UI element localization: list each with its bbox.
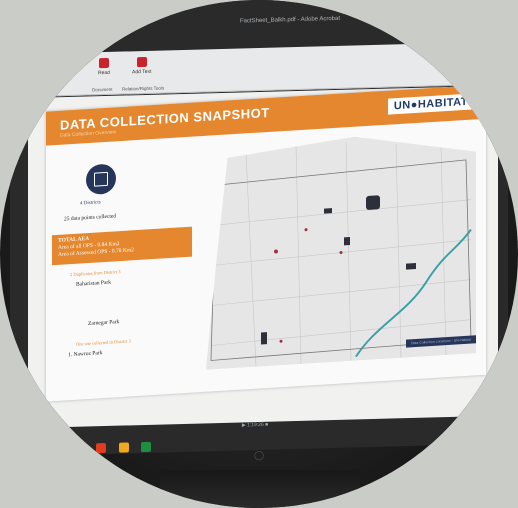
park-baharistan: Baharistan Park xyxy=(76,279,111,288)
taskbar xyxy=(70,437,210,457)
taskbar-app-icon[interactable] xyxy=(118,442,129,453)
left-panel: 4 Districts 25 data points collected TOT… xyxy=(46,146,206,396)
taskbar-app-icon[interactable] xyxy=(96,442,107,454)
ribbon-add-text-label: Add Text xyxy=(132,68,152,76)
note-duplicates: 2 Duplicates from District 3 xyxy=(70,269,121,278)
media-playbar[interactable]: ▶ 1:19:26 ■ xyxy=(210,419,300,431)
monitor-photo: FactSheet_Balkh.pdf - Adobe Acrobat Read… xyxy=(0,0,518,508)
pdf-icon xyxy=(98,57,109,69)
monitor-screen: FactSheet_Balkh.pdf - Adobe Acrobat Read… xyxy=(10,0,508,457)
ribbon-add-text[interactable]: Add Text xyxy=(132,56,152,76)
slide: DATA COLLECTION SNAPSHOT Data Collection… xyxy=(46,84,486,402)
window-title: FactSheet_Balkh.pdf - Adobe Acrobat xyxy=(239,15,341,25)
stop-icon[interactable]: ■ xyxy=(265,422,268,428)
document-area: DATA COLLECTION SNAPSHOT Data Collection… xyxy=(28,84,498,429)
city-map: Data Collection Locations - UN-Habitat xyxy=(206,129,476,369)
taskbar-app-icon[interactable] xyxy=(141,441,152,453)
park-zarnegar: Zarnegar Park xyxy=(88,319,120,328)
districts-label: 4 Districts xyxy=(80,200,101,207)
ribbon-group-document: Document xyxy=(92,86,113,93)
add-text-icon xyxy=(136,56,147,68)
monitor-stand xyxy=(160,470,360,508)
districts-icon xyxy=(86,163,116,196)
monitor-logo: ◯ xyxy=(253,450,265,460)
park-nawroz: 1. Nawroz Park xyxy=(68,350,103,359)
note-one-site: One site collected in District 3 xyxy=(76,338,131,347)
map-roads xyxy=(206,129,476,369)
ribbon-group-relation: Relation/Rights Tools xyxy=(122,85,165,92)
player-time: 1:19:26 xyxy=(247,421,264,429)
taskbar-app-icon[interactable] xyxy=(74,443,84,454)
area-box: TOTAL AEA Area of all OPS - 0.84 Km2 Are… xyxy=(52,226,192,266)
slide-title: DATA COLLECTION SNAPSHOT xyxy=(60,104,270,133)
un-habitat-logo: UN●HABITAT xyxy=(387,93,474,115)
ribbon-read[interactable]: Read xyxy=(98,57,110,77)
points-label: 25 data points collected xyxy=(64,213,117,223)
play-icon[interactable]: ▶ xyxy=(242,422,246,428)
ribbon-read-label: Read xyxy=(98,69,110,77)
